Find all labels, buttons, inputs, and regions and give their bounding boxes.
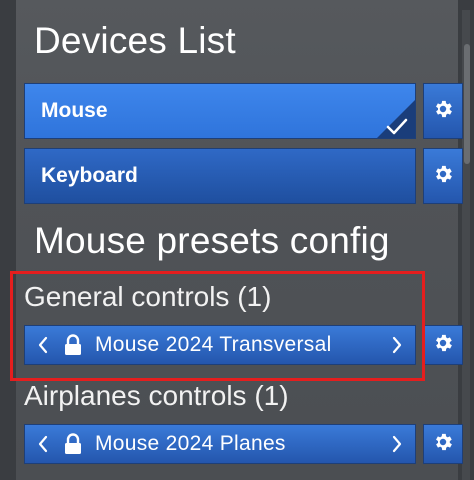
device-item-label: Mouse	[41, 99, 108, 122]
gear-icon	[432, 431, 454, 458]
device-item-label: Keyboard	[41, 164, 138, 187]
gear-icon	[432, 332, 454, 359]
chevron-right-icon[interactable]	[379, 424, 415, 464]
devices-list-title: Devices List	[34, 20, 236, 61]
scrollbar-thumb[interactable]	[464, 44, 470, 164]
keyboard-settings-gear-button[interactable]	[423, 148, 463, 204]
presets-config-title: Mouse presets config	[34, 220, 390, 261]
device-item-keyboard[interactable]: Keyboard	[24, 148, 416, 204]
preset-selector-value: Mouse 2024 Planes	[95, 432, 286, 455]
device-item-mouse[interactable]: Mouse	[24, 83, 416, 139]
lock-icon	[61, 424, 85, 464]
mouse-settings-gear-button[interactable]	[423, 83, 463, 139]
airplanes-controls-gear-button[interactable]	[423, 424, 463, 464]
check-icon	[363, 82, 415, 138]
gear-icon	[432, 163, 454, 190]
general-controls-gear-button[interactable]	[423, 325, 463, 365]
airplanes-controls-preset-selector[interactable]: Mouse 2024 Planes	[24, 424, 416, 464]
gear-icon	[432, 98, 454, 125]
highlight-box	[10, 271, 425, 381]
app-frame: Devices List Mouse Keyboard Mouse preset…	[0, 0, 474, 480]
chevron-left-icon[interactable]	[25, 424, 61, 464]
airplanes-controls-heading: Airplanes controls (1)	[24, 380, 289, 411]
